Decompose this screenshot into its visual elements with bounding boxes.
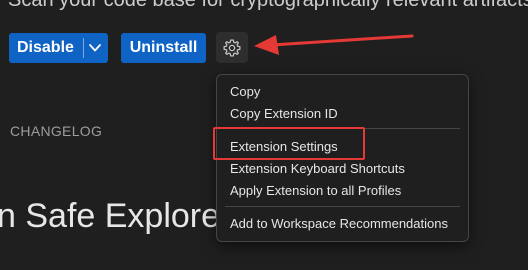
extension-description: Scan your code base for cryptographicall…	[8, 0, 528, 11]
uninstall-button[interactable]: Uninstall	[121, 33, 206, 63]
menu-item-copy-extension-id[interactable]: Copy Extension ID	[230, 106, 338, 121]
disable-button[interactable]: Disable	[9, 33, 108, 63]
menu-item-extension-keyboard-shortcuts[interactable]: Extension Keyboard Shortcuts	[230, 161, 405, 176]
menu-separator	[225, 206, 460, 207]
arrow-left-icon	[254, 34, 414, 55]
manage-gear-button[interactable]	[216, 32, 248, 63]
chevron-down-icon[interactable]	[88, 42, 102, 54]
extension-page: Scan your code base for cryptographicall…	[0, 0, 528, 270]
extension-title: n Safe Explore	[0, 197, 221, 235]
tab-changelog[interactable]: CHANGELOG	[10, 123, 102, 139]
highlight-annotation	[213, 127, 365, 160]
menu-item-add-to-workspace-recommendations[interactable]: Add to Workspace Recommendations	[230, 216, 448, 231]
menu-item-copy[interactable]: Copy	[230, 84, 260, 99]
gear-icon	[223, 39, 241, 57]
split-button-divider	[83, 38, 84, 58]
menu-item-apply-extension-to-all-profiles[interactable]: Apply Extension to all Profiles	[230, 183, 401, 198]
disable-button-label: Disable	[17, 39, 74, 56]
uninstall-button-label: Uninstall	[129, 39, 198, 56]
